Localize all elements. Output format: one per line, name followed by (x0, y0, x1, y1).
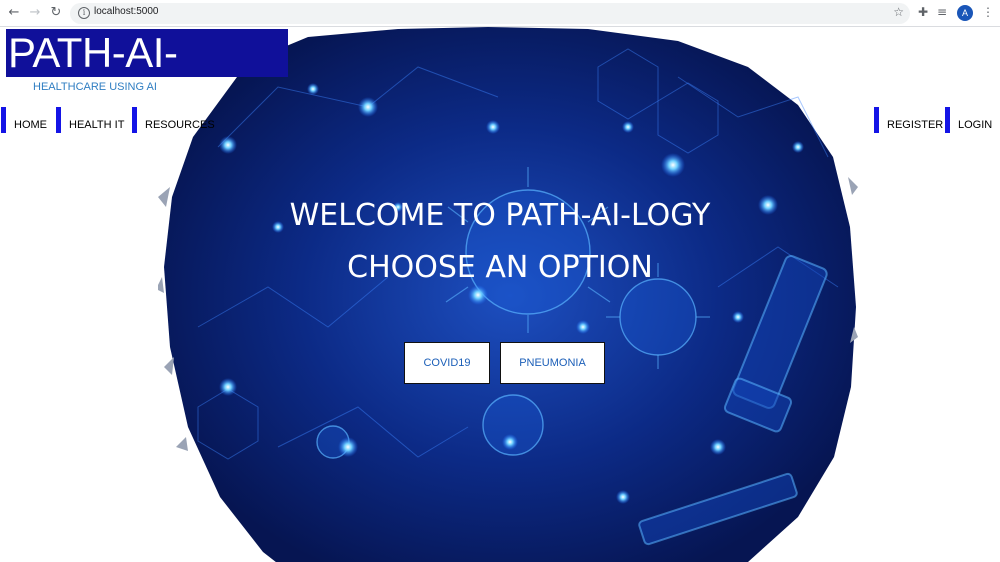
media-icon[interactable]: ≡ (937, 5, 947, 19)
more-icon[interactable]: ⋮ (982, 5, 994, 19)
logo[interactable]: PATH-AI-LOGY (6, 29, 288, 119)
star-icon[interactable]: ☆ (893, 5, 904, 19)
browser-toolbar: ← → ↻ i localhost:5000 ☆ ✚ ≡ A ⋮ (0, 0, 1000, 27)
avatar[interactable]: A (957, 5, 973, 21)
covid19-button[interactable]: COVID19 (404, 342, 490, 384)
back-arrow-icon[interactable]: ← (6, 5, 22, 21)
reload-icon[interactable]: ↻ (48, 5, 64, 21)
info-icon[interactable]: i (78, 7, 90, 19)
nav-resources[interactable]: RESOURCES (132, 107, 215, 133)
welcome-heading: WELCOME TO PATH-AI-LOGY CHOOSE AN OPTION (0, 190, 1000, 294)
tagline: HEALTHCARE USING AI (33, 81, 157, 93)
welcome-line-1: WELCOME TO PATH-AI-LOGY (289, 198, 711, 233)
url-text[interactable]: localhost:5000 (94, 6, 159, 17)
nav-register[interactable]: REGISTER (874, 107, 943, 133)
nav-home[interactable]: HOME (1, 107, 47, 133)
nav-login[interactable]: LOGIN (945, 107, 992, 133)
address-bar[interactable]: i localhost:5000 ☆ (70, 3, 910, 24)
nav-health-it[interactable]: HEALTH IT (56, 107, 124, 133)
pneumonia-button[interactable]: PNEUMONIA (500, 342, 605, 384)
forward-arrow-icon[interactable]: → (27, 5, 43, 21)
welcome-line-2: CHOOSE AN OPTION (347, 250, 653, 285)
page: PATH-AI-LOGY HEALTHCARE USING AI HOME HE… (0, 27, 1000, 562)
puzzle-icon[interactable]: ✚ (918, 5, 928, 19)
logo-text: PATH-AI-LOGY (8, 29, 178, 120)
